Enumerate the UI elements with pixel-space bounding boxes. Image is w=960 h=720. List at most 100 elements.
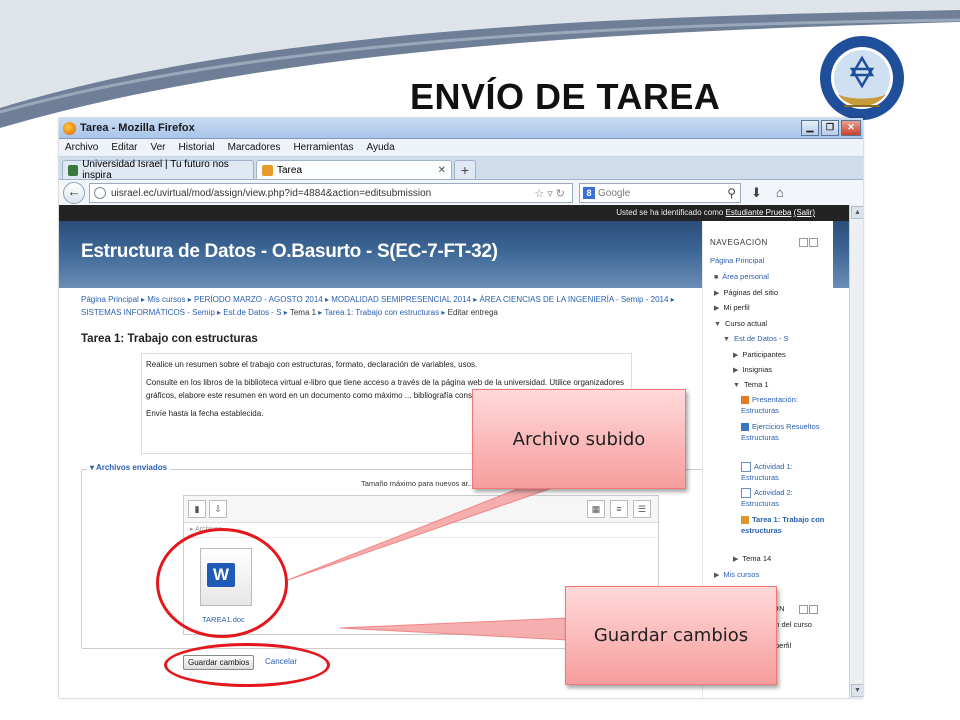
nav-site-pages[interactable]: ▶ Páginas del sitio xyxy=(714,287,778,299)
nav-home[interactable]: Página Principal xyxy=(710,255,764,266)
nav-personal-area[interactable]: ■ Área personal xyxy=(714,271,769,283)
breadcrumb-item[interactable]: Mis cursos xyxy=(147,295,185,304)
chevron-right-icon: ▶ xyxy=(733,556,739,563)
nav-tema1[interactable]: ▼ Tema 1 xyxy=(733,379,769,391)
university-seal-logo xyxy=(818,34,906,122)
nav-label: Est.de Datos - S xyxy=(733,334,789,343)
nav-ejercicios[interactable]: Ejercicios Resueltos Estructuras xyxy=(741,421,831,443)
tab-label: Tarea xyxy=(277,164,303,176)
search-input[interactable]: 8 Google ⚲ xyxy=(579,183,741,203)
admin-profile-link[interactable]: perfil xyxy=(775,640,791,651)
menu-marcadores[interactable]: Marcadores xyxy=(228,142,281,153)
assignment-icon xyxy=(741,516,749,525)
breadcrumb-item[interactable]: ÁREA CIENCIAS DE LA INGENIERÍA - Semip -… xyxy=(479,295,668,304)
course-title: Estructura de Datos - O.Basurto - S(EC-7… xyxy=(81,241,498,262)
menu-herramientas[interactable]: Herramientas xyxy=(293,142,353,153)
files-legend[interactable]: ▾ Archivos enviados xyxy=(87,463,171,472)
menu-ver[interactable]: Ver xyxy=(150,142,165,153)
scroll-up-icon[interactable]: ▲ xyxy=(851,206,863,219)
nav-my-courses[interactable]: ▶ Mis cursos xyxy=(714,569,759,581)
chevron-right-icon: ▶ xyxy=(733,367,739,374)
nav-tema14[interactable]: ▶ Tema 14 xyxy=(733,553,771,565)
logout-link[interactable]: (Salir) xyxy=(794,208,815,217)
collapse-block-icon[interactable] xyxy=(809,238,818,247)
breadcrumb-item[interactable]: SISTEMAS INFORMÁTICOS - Semip xyxy=(81,308,215,317)
nav-label: Curso actual xyxy=(724,319,768,328)
dock-block-icon[interactable] xyxy=(799,605,808,614)
restore-button[interactable]: ❐ xyxy=(821,120,839,136)
menu-editar[interactable]: Editar xyxy=(111,142,137,153)
nav-actividad1[interactable]: Actividad 1: Estructuras xyxy=(741,461,831,483)
user-bar: Usted se ha identificado como Estudiante… xyxy=(59,205,849,221)
nav-label: Tarea 1: Trabajo con estructuras xyxy=(741,515,825,535)
nav-label: Mi perfil xyxy=(723,303,750,312)
description-paragraph: Realice un resumen sobre el trabajo con … xyxy=(146,360,478,369)
site-favicon-icon xyxy=(68,164,79,176)
max-size-text: Tamaño máximo para nuevos ar... xyxy=(361,479,474,488)
chevron-down-icon: ▼ xyxy=(723,336,730,343)
nav-profile[interactable]: ▶ Mi perfil xyxy=(714,302,750,314)
callout-save-changes: Guardar cambios xyxy=(565,586,777,685)
search-icon[interactable]: ⚲ xyxy=(727,186,740,200)
nav-actividad2[interactable]: Actividad 2: Estructuras xyxy=(741,487,831,509)
search-placeholder: Google xyxy=(598,187,631,199)
back-button[interactable]: ← xyxy=(63,182,85,204)
assignment-icon xyxy=(741,462,751,473)
scroll-down-icon[interactable]: ▼ xyxy=(851,684,863,697)
bullet-icon: ■ xyxy=(714,274,719,281)
globe-icon xyxy=(94,187,106,199)
menu-historial[interactable]: Historial xyxy=(179,142,215,153)
create-folder-icon[interactable]: ▮ xyxy=(188,500,206,518)
close-tab-icon[interactable]: ✕ xyxy=(432,165,446,176)
list-view-icon[interactable]: ≡ xyxy=(610,500,628,518)
window-title: Tarea - Mozilla Firefox xyxy=(80,122,195,134)
nav-current-course[interactable]: ▼ Curso actual xyxy=(714,318,767,330)
nav-label: Mis cursos xyxy=(723,570,760,579)
breadcrumb-item[interactable]: Tarea 1: Trabajo con estructuras xyxy=(324,308,439,317)
chevron-right-icon: ▶ xyxy=(714,305,720,312)
google-icon: 8 xyxy=(583,187,595,199)
login-prefix: Usted se ha identificado como xyxy=(616,208,724,217)
folder-icon xyxy=(741,423,749,432)
bookmark-star-icon[interactable]: ☆▿↻ xyxy=(534,187,572,200)
nav-label: Participantes xyxy=(742,350,786,359)
breadcrumb-item[interactable]: Página Principal xyxy=(81,295,139,304)
download-all-icon[interactable]: ⇩ xyxy=(209,500,227,518)
tab-universidad[interactable]: Universidad Israel | Tu futuro nos inspi… xyxy=(62,159,254,181)
tab-bar: Universidad Israel | Tu futuro nos inspi… xyxy=(59,157,863,181)
breadcrumb-item[interactable]: Tema 1 xyxy=(290,308,316,317)
nav-presentacion[interactable]: Presentación: Estructuras xyxy=(741,394,831,416)
chevron-right-icon: ▶ xyxy=(714,290,720,297)
tree-view-icon[interactable]: ☰ xyxy=(633,500,651,518)
menu-ayuda[interactable]: Ayuda xyxy=(366,142,394,153)
dock-block-icon[interactable] xyxy=(799,238,808,247)
menu-archivo[interactable]: Archivo xyxy=(65,142,98,153)
window-titlebar: Tarea - Mozilla Firefox ▁ ❐ ✕ xyxy=(59,118,863,139)
icon-view-icon[interactable]: ▦ xyxy=(587,500,605,518)
breadcrumb-item[interactable]: Est.de Datos - S xyxy=(223,308,281,317)
nav-tarea1[interactable]: Tarea 1: Trabajo con estructuras xyxy=(741,514,827,536)
new-tab-button[interactable]: + xyxy=(454,160,476,179)
menu-bar: Archivo Editar Ver Historial Marcadores … xyxy=(59,139,863,157)
nav-badges[interactable]: ▶ Insignias xyxy=(733,364,772,376)
close-window-button[interactable]: ✕ xyxy=(841,120,861,136)
nav-label: Tema 1 xyxy=(743,380,769,389)
page-scrollbar[interactable]: ▲ ▼ xyxy=(849,205,863,698)
files-legend-label: Archivos enviados xyxy=(95,463,168,472)
firefox-icon xyxy=(63,121,76,135)
callout-text: Archivo subido xyxy=(512,428,646,450)
breadcrumb-item[interactable]: MODALIDAD SEMIPRESENCIAL 2014 xyxy=(331,295,471,304)
home-icon[interactable]: ⌂ xyxy=(776,185,784,201)
url-bar[interactable]: uisrael.ec/uvirtual/mod/assign/view.php?… xyxy=(89,183,573,203)
breadcrumb-item[interactable]: PERÍODO MARZO - AGOSTO 2014 xyxy=(194,295,323,304)
collapse-block-icon[interactable] xyxy=(809,605,818,614)
nav-label: Ejercicios Resueltos Estructuras xyxy=(741,422,820,442)
nav-course[interactable]: ▼ Est.de Datos - S xyxy=(723,333,789,345)
download-icon[interactable]: ⬇ xyxy=(751,185,762,201)
minimize-button[interactable]: ▁ xyxy=(801,120,819,136)
page-title: Tarea 1: Trabajo con estructuras xyxy=(81,333,258,345)
save-highlight-ellipse xyxy=(164,643,330,687)
tab-tarea[interactable]: Tarea ✕ xyxy=(256,160,452,179)
user-link[interactable]: Estudiante Prueba xyxy=(726,208,792,217)
nav-participants[interactable]: ▶ Participantes xyxy=(733,349,786,361)
